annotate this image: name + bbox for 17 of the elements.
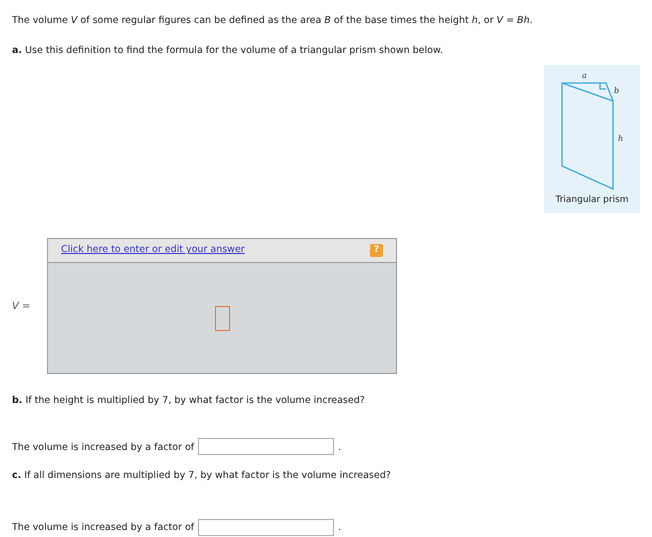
figure-caption: Triangular prism: [554, 194, 630, 206]
answer-field[interactable]: [198, 518, 334, 536]
answer-link[interactable]: Click here to enter or edit your answer: [61, 243, 245, 258]
side-label: a: [582, 70, 587, 80]
intro-text: The volume V of some regular figures can be defined as the area B of the base times the height h, or V = Bh.: [12, 14, 534, 28]
period-text: .: [338, 521, 342, 536]
question-text: c. If all dimensions are multiplied by 7, by what factor is the volume increased?: [12, 469, 392, 484]
answer-prefix: The volume is increased by a factor of: [12, 521, 194, 536]
side-label: b: [614, 86, 620, 94]
side-label: h: [618, 134, 624, 142]
answer-field[interactable]: [198, 438, 334, 456]
question-text: a. Use this definition to find the formula for the volume of a triangular prism shown below.: [12, 44, 444, 58]
question-text: b. If the height is multiplied by 7, by what factor is the volume increased?: [12, 394, 366, 408]
equation-label: V =: [12, 300, 32, 314]
answer-slot[interactable]: [214, 306, 230, 330]
period-text: .: [338, 441, 342, 455]
answer-prefix: The volume is increased by a factor of: [12, 441, 194, 455]
